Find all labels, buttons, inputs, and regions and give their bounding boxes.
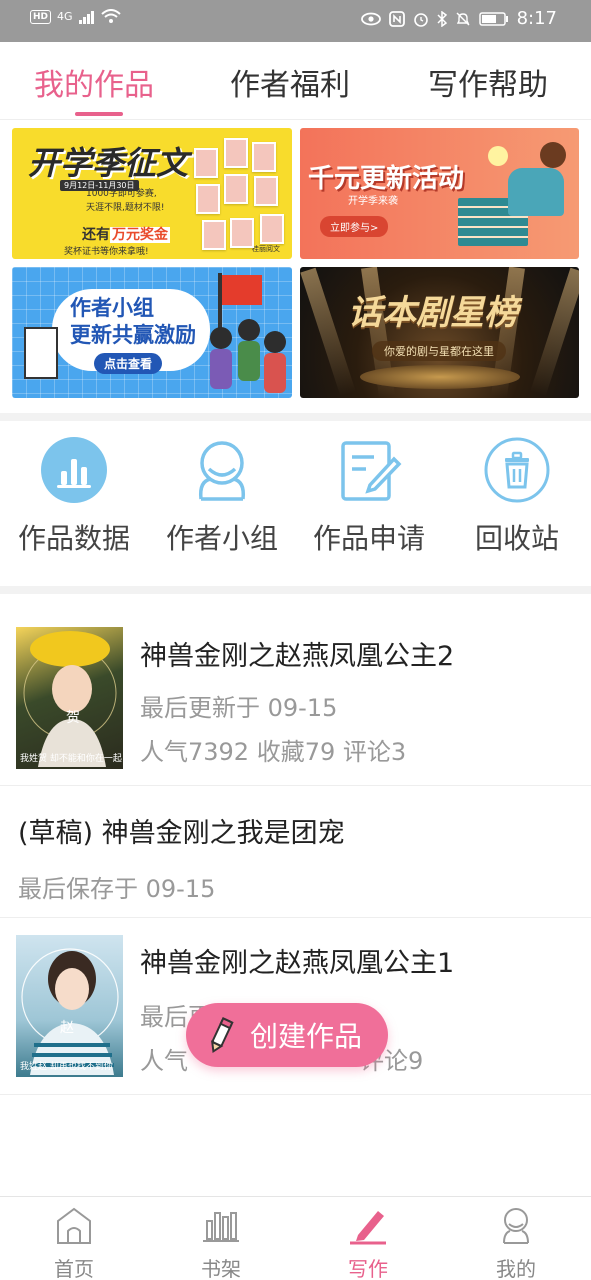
reader-head (540, 142, 566, 168)
cover-portrait (21, 948, 119, 1075)
banner-author-group[interactable]: 作者小组 更新共赢激励 点击查看 (12, 267, 292, 398)
nav-label: 写作 (348, 1257, 388, 1280)
work-title: 神兽金刚之赵燕凤凰公主2 (140, 641, 455, 672)
group-icon (198, 441, 246, 501)
bar-chart-icon (41, 437, 107, 503)
document-icon (24, 327, 58, 379)
status-bar: HD 4G 8:17 (0, 0, 591, 42)
quick-action-work-data[interactable]: 作品数据 (4, 437, 144, 557)
quick-action-recycle-bin[interactable]: 回收站 (447, 437, 587, 557)
cover-char: 赵 (60, 1020, 74, 1036)
create-work-button[interactable]: 创建作品 (186, 1003, 388, 1067)
work-item[interactable]: 贺 我姓贺 却不能和你在一起 神兽金刚之赵燕凤凰公主2 最后更新于 09-15 … (0, 594, 591, 786)
reader-illustration (508, 168, 564, 216)
active-tab-indicator (75, 112, 123, 116)
lightbulb-icon (488, 146, 508, 166)
banner-subtitle: 开学季来袭 (348, 196, 398, 207)
work-cover: 贺 我姓贺 却不能和你在一起 (16, 627, 123, 769)
banner-title: 千元更新活动 (308, 164, 465, 194)
tab-writing-help[interactable]: 写作帮助 (428, 60, 548, 104)
banner-subtitle: 你爱的剧与星都在这里 (372, 341, 506, 361)
top-tabs: 我的作品 作者福利 写作帮助 (0, 42, 591, 120)
signal-icon (78, 10, 94, 24)
quick-action-label: 作者小组 (165, 522, 278, 555)
cover-char: 贺 (66, 710, 80, 726)
work-cover: 赵 我姓赵 却再也找不到你 (16, 935, 123, 1077)
tab-author-benefits[interactable]: 作者福利 (230, 60, 350, 104)
banner-line: 1000字即可参赛, (86, 189, 157, 199)
nav-home[interactable]: 首页 (24, 1205, 124, 1280)
battery-icon (478, 11, 508, 26)
nav-bookshelf[interactable]: 书架 (171, 1205, 271, 1280)
work-stats: 人气7392 收藏79 评论3 (140, 738, 407, 766)
nav-label: 我的 (496, 1257, 536, 1280)
profile-icon (503, 1208, 529, 1244)
home-icon (57, 1207, 91, 1244)
work-item-draft[interactable]: (草稿) 神兽金刚之我是团宠 最后保存于 09-15 (0, 787, 591, 918)
banner-line: 天涯不限,题材不限! (86, 203, 165, 213)
quick-action-label: 作品数据 (17, 522, 130, 555)
work-stats: 人气 (140, 1047, 188, 1075)
cover-caption: 我姓赵 却再也找不到你 (20, 1062, 113, 1072)
banner-drama-star-ranking[interactable]: 话本剧星榜 你爱的剧与星都在这里 (300, 267, 579, 398)
banner-autumn-contest[interactable]: 开学季征文 9月12日-11月30日 1000字即可参赛, 天涯不限,题材不限!… (12, 128, 292, 259)
photo-collage (190, 134, 290, 254)
nfc-icon (388, 10, 405, 27)
bottom-nav: 首页 书架 写作 我的 (0, 1196, 591, 1280)
nav-label: 首页 (54, 1257, 94, 1280)
network-label: 4G (57, 10, 73, 23)
quick-action-label: 作品申请 (312, 522, 425, 555)
cover-portrait (23, 631, 117, 767)
create-work-label: 创建作品 (250, 1020, 363, 1053)
banner-prize: 还有 万元奖金 (82, 227, 170, 243)
banner-update-event[interactable]: 千元更新活动 开学季来袭 立即参与> (300, 128, 579, 259)
work-updated: 最后保存于 09-15 (18, 875, 216, 903)
pencil-icon (211, 1017, 234, 1054)
clock: 8:17 (516, 8, 557, 29)
banner-title: 开学季征文 (28, 144, 189, 182)
nav-label: 书架 (201, 1257, 241, 1280)
tab-my-works[interactable]: 我的作品 (34, 60, 154, 104)
banner-view-button[interactable]: 点击查看 (94, 353, 163, 374)
banner-title: 作者小组 更新共赢激励 (70, 296, 196, 347)
banner-line: 奖杯证书等你来拿哦! (64, 247, 149, 257)
work-title: 神兽金刚之赵燕凤凰公主1 (140, 948, 455, 979)
nav-write[interactable]: 写作 (318, 1205, 418, 1280)
bluetooth-icon (437, 10, 447, 27)
alarm-icon (413, 12, 428, 27)
eye-icon (360, 12, 381, 25)
quick-action-author-group[interactable]: 作者小组 (152, 437, 292, 557)
hd-badge: HD (30, 9, 52, 24)
bookshelf-icon (203, 1212, 239, 1242)
pen-icon (350, 1211, 386, 1245)
wifi-icon (100, 9, 121, 23)
cover-caption: 我姓贺 却不能和你在一起 (20, 754, 122, 764)
divider (0, 413, 591, 421)
nav-profile[interactable]: 我的 (466, 1205, 566, 1280)
banner-join-button[interactable]: 立即参与> (320, 216, 389, 237)
work-updated: 最后更新于 09-15 (140, 694, 338, 722)
edit-doc-icon (341, 441, 402, 501)
divider (0, 586, 591, 594)
quick-action-work-apply[interactable]: 作品申请 (299, 437, 439, 557)
flag-icon (222, 275, 262, 305)
banner-title: 话本剧星榜 (348, 293, 518, 333)
trash-icon (484, 437, 550, 503)
mute-bell-icon (456, 12, 470, 25)
work-title: (草稿) 神兽金刚之我是团宠 (18, 818, 345, 849)
stage-illustration (360, 365, 520, 389)
quick-action-label: 回收站 (474, 522, 559, 555)
